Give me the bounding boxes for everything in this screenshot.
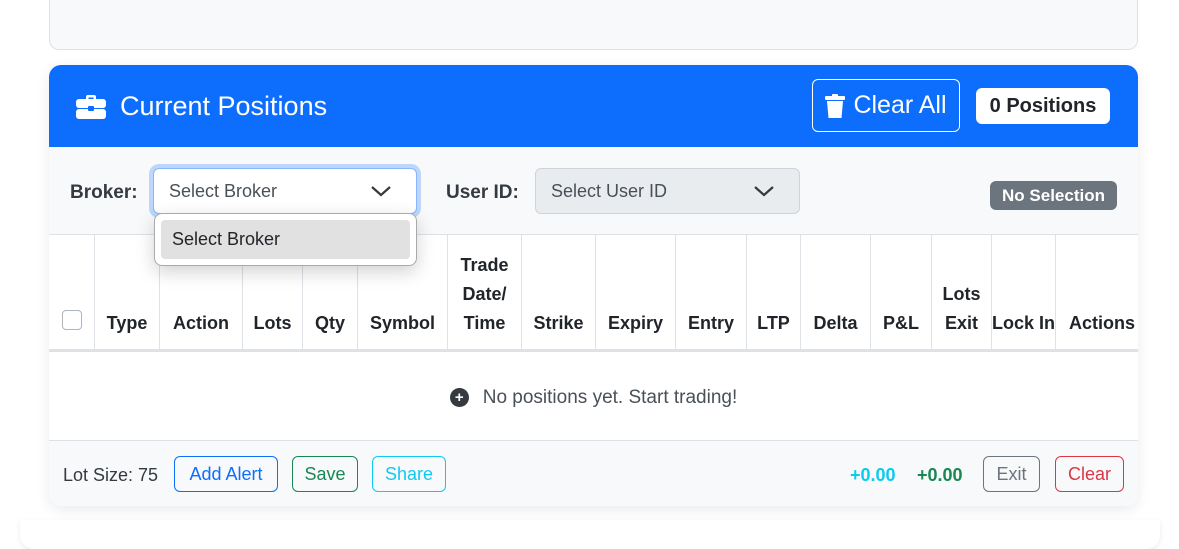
column-header-strike: Strike — [522, 235, 596, 352]
broker-select[interactable]: Select Broker — [153, 168, 417, 214]
broker-label: Broker: — [70, 182, 138, 203]
page-title: Current Positions — [120, 91, 328, 121]
exit-button[interactable]: Exit — [983, 456, 1040, 492]
clear-all-label: Clear All — [853, 91, 947, 119]
empty-state-message: No positions yet. Start trading! — [482, 386, 738, 408]
column-header-entry: Entry — [676, 235, 747, 352]
card-header: Current Positions Clear All 0 Positions — [49, 65, 1138, 147]
selection-status-badge: No Selection — [990, 181, 1117, 210]
column-header-pnl: P&L — [871, 235, 932, 352]
lot-size-text: Lot Size: 75 — [63, 465, 159, 485]
plus-circle-icon: + — [449, 388, 469, 407]
card-footer: Lot Size: 75 Add Alert Save Share +0.00 … — [49, 441, 1138, 506]
pnl-realized-value: +0.00 — [917, 465, 963, 485]
column-header-ltp: LTP — [747, 235, 801, 352]
column-header-expiry: Expiry — [596, 235, 676, 352]
current-positions-card: Current Positions Clear All 0 Positions … — [49, 65, 1138, 506]
user-id-select-value: Select User ID — [551, 180, 668, 201]
share-button[interactable]: Share — [372, 456, 446, 492]
trash-icon — [825, 93, 846, 118]
broker-option[interactable]: Select Broker — [161, 220, 410, 259]
column-header-delta: Delta — [801, 235, 871, 352]
broker-dropdown-menu: Select Broker — [154, 213, 417, 266]
column-header-lock-in: Lock In — [992, 235, 1056, 352]
select-all-checkbox[interactable] — [62, 310, 82, 330]
chevron-down-icon — [754, 186, 774, 197]
broker-select-value: Select Broker — [169, 180, 278, 201]
empty-state-row: + No positions yet. Start trading! — [49, 355, 1138, 441]
pnl-total-value: +0.00 — [850, 465, 896, 485]
column-header-actions: Actions — [1068, 313, 1135, 333]
briefcase-icon — [76, 95, 106, 119]
positions-count-badge: 0 Positions — [976, 88, 1110, 124]
clear-button[interactable]: Clear — [1055, 456, 1124, 492]
clear-all-button[interactable]: Clear All — [812, 79, 960, 132]
previous-card — [49, 0, 1138, 50]
user-id-select[interactable]: Select User ID — [535, 168, 800, 214]
user-id-label: User ID: — [446, 182, 519, 203]
column-header-lots-exit: Lots Exit — [932, 235, 992, 352]
outer-container-edge — [20, 520, 1160, 549]
chevron-down-icon — [371, 186, 391, 197]
column-header-trade-date-time: Trade Date/ Time — [448, 235, 522, 352]
add-alert-button[interactable]: Add Alert — [174, 456, 278, 492]
column-header-type: Type — [95, 235, 160, 352]
select-all-cell — [49, 235, 95, 352]
save-button[interactable]: Save — [292, 456, 358, 492]
